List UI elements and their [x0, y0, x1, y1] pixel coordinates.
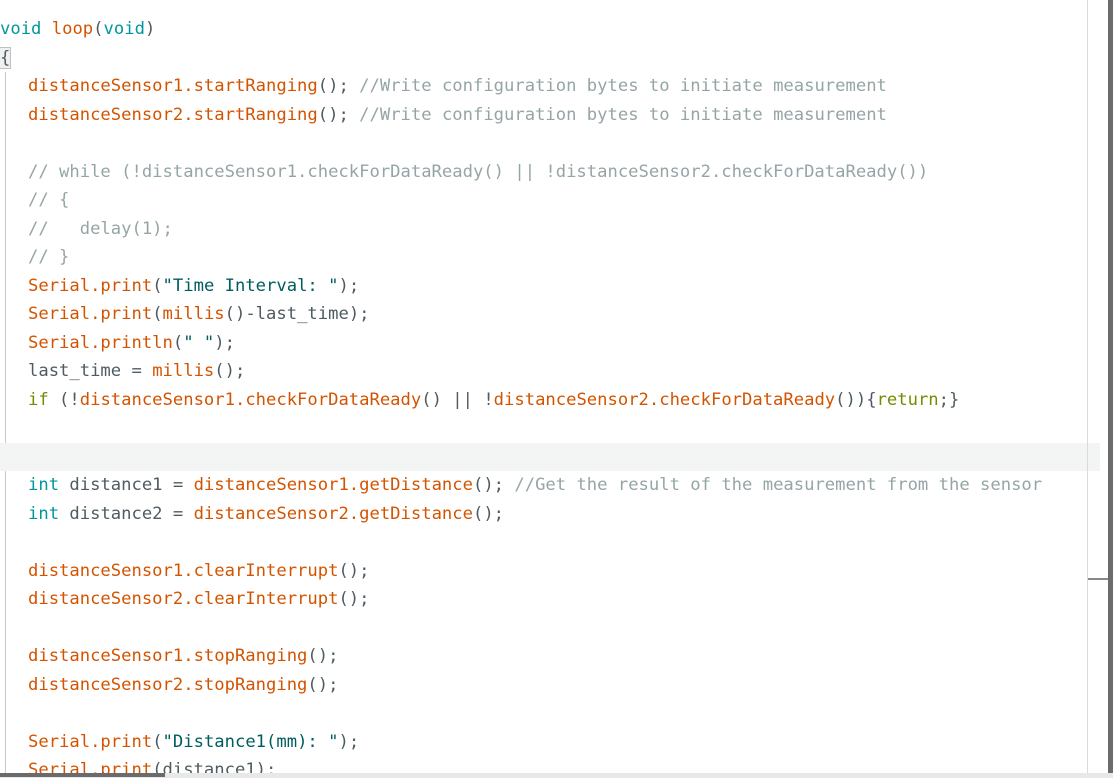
keyword-token: int [28, 503, 60, 524]
keyword-token: void [103, 19, 145, 39]
function-token: Serial.print [28, 275, 153, 296]
code-line[interactable]: // } [0, 243, 1100, 272]
code-line[interactable]: if (!distanceSensor1.checkForDataReady()… [0, 386, 1100, 415]
code-line[interactable]: Serial.print("Distance1(mm): "); [0, 728, 1100, 757]
code-text: distance2 = [59, 503, 194, 524]
comment-token: // { [28, 190, 70, 210]
function-token: millis [152, 361, 215, 381]
horizontal-scrollbar-thumb[interactable] [0, 773, 165, 777]
function-token: loop [51, 19, 94, 39]
code-line[interactable]: // while (!distanceSensor1.checkForDataR… [0, 158, 1100, 187]
code-text: ); [214, 332, 235, 353]
code-text: (); [338, 589, 370, 609]
function-token: distanceSensor2.checkForDataReady [493, 389, 836, 410]
keyword-token: int [28, 475, 60, 495]
code-line[interactable]: distanceSensor2.clearInterrupt(); [0, 585, 1100, 614]
function-token: distanceSensor2.stopRanging [28, 674, 308, 695]
code-line[interactable]: int distance1 = distanceSensor1.getDista… [0, 471, 1100, 500]
string-token: "Distance1(mm): " [162, 731, 339, 752]
code-line[interactable]: distanceSensor1.clearInterrupt(); [0, 557, 1100, 586]
code-line[interactable]: distanceSensor2.startRanging(); //Write … [0, 101, 1100, 130]
code-line[interactable] [0, 528, 1100, 557]
code-text: ()-last_time); [224, 304, 370, 324]
function-token: distanceSensor1.clearInterrupt [28, 560, 339, 581]
code-area[interactable]: void loop(void){distanceSensor1.startRan… [0, 15, 1100, 778]
code-text: ); [338, 275, 360, 296]
code-text: (); [338, 560, 370, 581]
function-token: distanceSensor1.checkForDataReady [79, 389, 422, 410]
code-text: ()){ [835, 389, 877, 410]
comment-token: // } [28, 247, 70, 267]
code-line[interactable]: void loop(void) [0, 15, 1100, 44]
code-line[interactable]: { [0, 44, 1100, 73]
code-line[interactable] [0, 699, 1100, 728]
code-line[interactable] [0, 414, 1100, 443]
vertical-scrollbar[interactable] [1108, 0, 1113, 778]
function-token: distanceSensor2.startRanging [28, 104, 318, 125]
comment-token: //Write configuration bytes to initiate … [359, 76, 887, 96]
print-margin-line [1087, 0, 1088, 778]
keyword-token: void [0, 19, 42, 39]
code-text: (); [472, 503, 505, 524]
code-line-current[interactable] [0, 442, 1100, 471]
comment-token: //Write configuration bytes to initiate … [359, 104, 887, 125]
code-text: last_time = [28, 361, 153, 381]
function-token: Serial.print [28, 731, 153, 752]
function-token: distanceSensor2.getDistance [193, 503, 473, 524]
code-text: (); [307, 646, 339, 666]
code-text: ) [144, 19, 156, 39]
function-token: distanceSensor1.startRanging [28, 76, 318, 96]
code-text: (); [307, 674, 339, 695]
code-line[interactable]: Serial.print(millis()-last_time); [0, 300, 1100, 329]
function-token: distanceSensor1.stopRanging [28, 646, 308, 666]
string-token: " " [183, 332, 215, 353]
code-text: ( [152, 731, 163, 752]
code-text: distance1 = [59, 475, 194, 495]
code-text: (! [48, 389, 80, 410]
code-text: ( [172, 332, 184, 353]
code-line[interactable]: // { [0, 186, 1100, 215]
code-line[interactable]: last_time = millis(); [0, 357, 1100, 386]
code-text: ( [93, 19, 104, 39]
code-line[interactable] [0, 614, 1100, 643]
code-text: ( [152, 304, 163, 324]
code-text: (); [317, 104, 360, 125]
code-text: ;} [938, 389, 960, 410]
matched-brace: { [0, 46, 12, 69]
code-line[interactable]: distanceSensor2.stopRanging(); [0, 671, 1100, 700]
control-token: return [876, 389, 939, 410]
code-text: (); [472, 475, 515, 495]
function-token: distanceSensor1.getDistance [193, 475, 473, 495]
code-text: (); [214, 361, 246, 381]
code-text: ); [338, 731, 360, 752]
string-token: "Time Interval: " [162, 275, 339, 296]
code-line[interactable]: distanceSensor1.stopRanging(); [0, 642, 1100, 671]
scroll-position-marker [1088, 578, 1108, 580]
code-text: () || ! [421, 389, 494, 410]
comment-token: //Get the result of the measurement from… [514, 475, 1043, 495]
code-line[interactable] [0, 129, 1100, 158]
code-text: (); [317, 76, 360, 96]
control-token: if [28, 389, 49, 410]
code-line[interactable]: Serial.println(" "); [0, 329, 1100, 358]
code-text: ( [152, 275, 163, 296]
function-token: millis [162, 304, 225, 324]
code-editor[interactable]: void loop(void){distanceSensor1.startRan… [0, 0, 1113, 778]
function-token: distanceSensor2.clearInterrupt [28, 589, 339, 609]
function-token: Serial.print [28, 304, 153, 324]
comment-token: // delay(1); [28, 218, 173, 239]
code-line[interactable]: Serial.print("Time Interval: "); [0, 272, 1100, 301]
code-line[interactable]: distanceSensor1.startRanging(); //Write … [0, 72, 1100, 101]
comment-token: // while (!distanceSensor1.checkForDataR… [28, 161, 929, 182]
horizontal-scrollbar-track[interactable] [0, 773, 1113, 778]
code-line[interactable]: // delay(1); [0, 215, 1100, 244]
code-line[interactable]: int distance2 = distanceSensor2.getDista… [0, 500, 1100, 529]
function-token: Serial.println [28, 332, 173, 353]
